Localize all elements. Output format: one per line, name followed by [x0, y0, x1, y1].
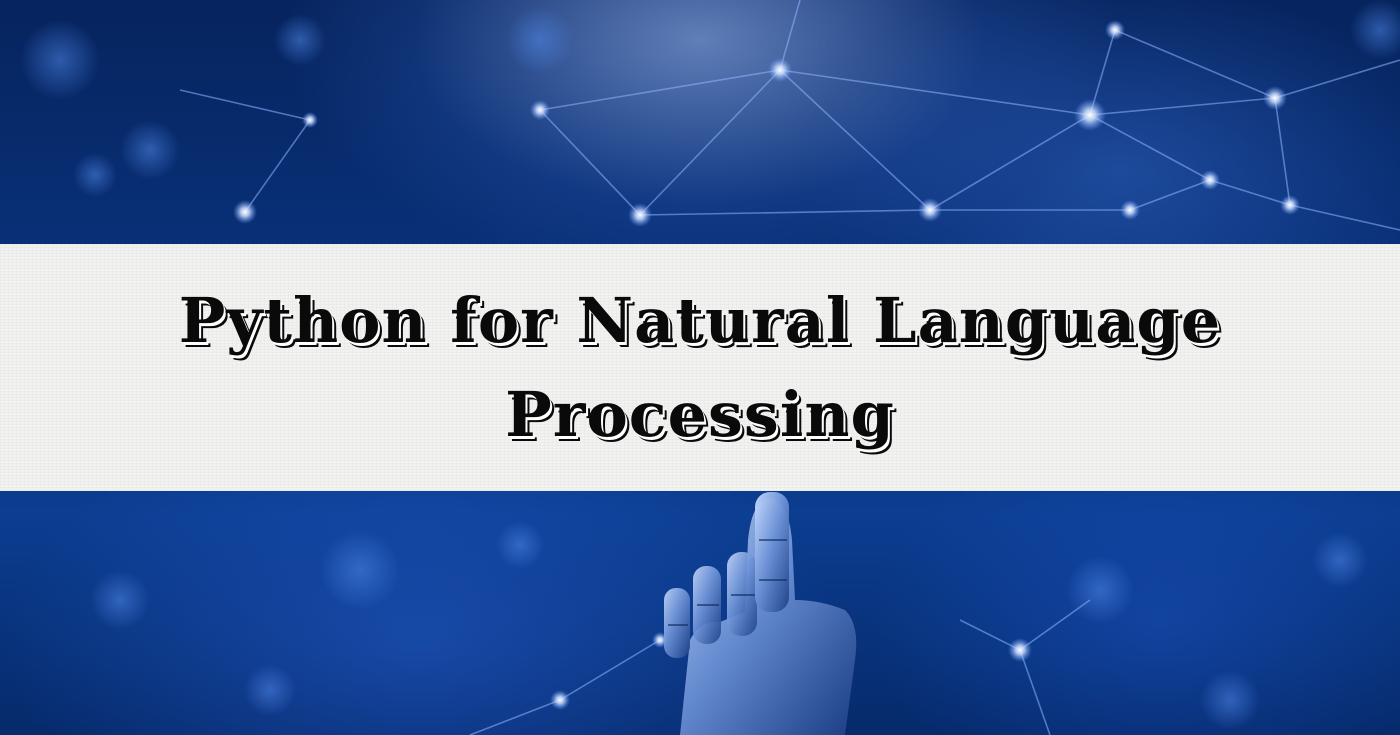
banner-title: Python for Natural Language Processing: [150, 274, 1250, 462]
banner-title-line-1: Python for Natural Language: [178, 283, 1222, 357]
robot-hand-icon: [664, 492, 857, 735]
banner-title-line-2: Processing: [505, 377, 895, 451]
hero-banner-image: Python for Natural Language Processing: [0, 0, 1400, 735]
title-banner: Python for Natural Language Processing: [0, 244, 1400, 491]
